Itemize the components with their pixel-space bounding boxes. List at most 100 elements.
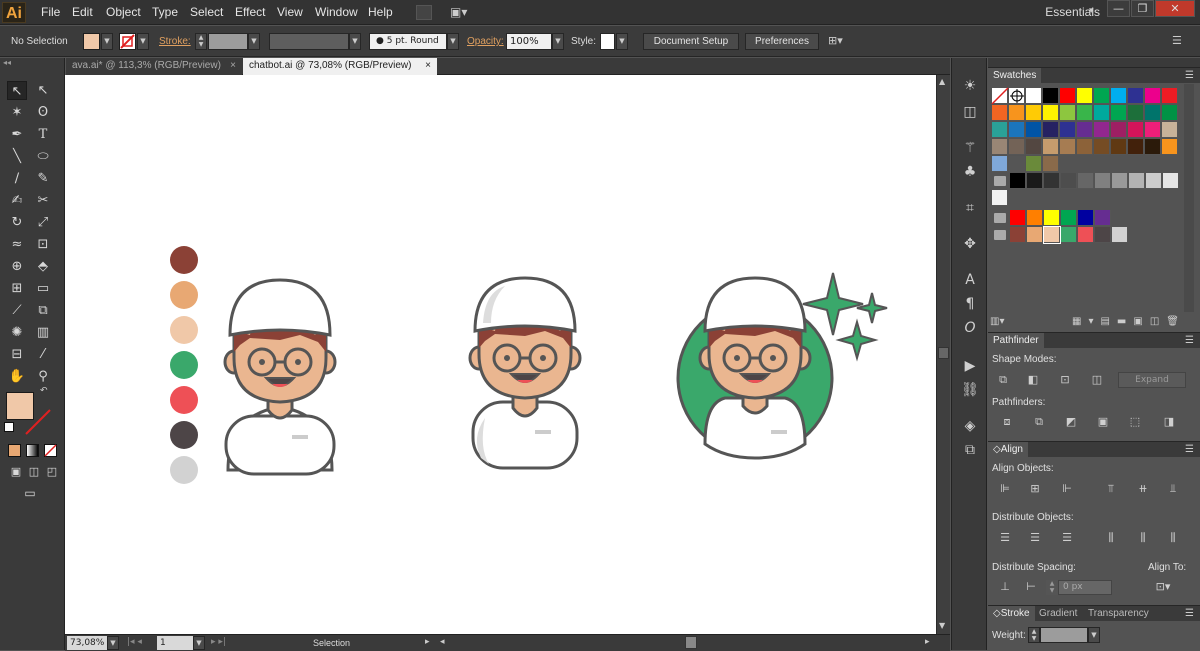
color-swatch[interactable] (1044, 173, 1060, 189)
unite-icon[interactable]: ⧉ (994, 372, 1012, 388)
color-swatch[interactable] (1009, 105, 1025, 121)
type-tool-icon[interactable]: T (33, 125, 53, 144)
actions-icon[interactable]: ▶ (958, 356, 982, 376)
transform-icon[interactable]: ⌗ (958, 198, 982, 218)
color-swatch[interactable] (1026, 88, 1042, 104)
color-swatch[interactable] (1043, 139, 1059, 155)
ellipse-tool-icon[interactable]: ⬭ (33, 147, 53, 166)
color-swatch[interactable] (1145, 88, 1161, 104)
stroke-weight-stepper[interactable]: ▲ ▼ (195, 33, 207, 50)
selection-tool-icon[interactable]: ↖ (7, 81, 27, 100)
color-swatch[interactable] (1060, 88, 1076, 104)
distribute-bottom-icon[interactable]: ☰ (1058, 530, 1076, 546)
color-swatch[interactable] (1061, 210, 1077, 226)
opentype-icon[interactable]: O (958, 318, 982, 338)
align-to-dropdown-icon[interactable]: ⊡▾ (1154, 579, 1172, 595)
color-swatch[interactable] (1162, 88, 1178, 104)
stroke-weight-dropdown[interactable]: ▼ (248, 33, 260, 50)
direct-selection-tool-icon[interactable]: ↖ (33, 81, 53, 100)
minus-front-icon[interactable]: ◧ (1024, 372, 1042, 388)
avatar-plain[interactable] (220, 278, 340, 480)
collapse-icon[interactable]: ◂◂ (3, 58, 11, 67)
layers-icon[interactable]: ◈ (958, 416, 982, 436)
menu-type[interactable]: Type (152, 5, 178, 19)
scroll-right-icon[interactable]: ▸ (925, 637, 930, 647)
color-swatch[interactable] (1010, 210, 1026, 226)
palette-swatch[interactable] (170, 246, 198, 274)
panel-menu-icon[interactable]: ☰ (1172, 34, 1182, 47)
color-swatch[interactable] (1027, 227, 1043, 243)
slice-tool-icon[interactable]: ⁄ (33, 345, 53, 364)
color-swatch[interactable] (1095, 227, 1111, 243)
exclude-icon[interactable]: ◫ (1088, 372, 1106, 388)
spacing-field[interactable]: 0 px (1058, 580, 1112, 595)
menu-view[interactable]: View (277, 5, 303, 19)
palette-swatch[interactable] (170, 281, 198, 309)
spacing-stepper[interactable]: ▲ ▼ (1046, 580, 1058, 595)
symbol-sprayer-tool-icon[interactable]: ✺ (7, 323, 27, 342)
arrange-icon[interactable]: ⊞▾ (828, 34, 843, 47)
column-graph-tool-icon[interactable]: ▥ (33, 323, 53, 342)
menu-file[interactable]: File (41, 5, 60, 19)
stroke-weight-field[interactable] (208, 33, 248, 50)
menu-help[interactable]: Help (368, 5, 393, 19)
restore-button[interactable]: ❐ (1131, 0, 1154, 17)
opacity-label[interactable]: Opacity: (467, 36, 504, 47)
first-page-icon[interactable]: |◂ ◂ (127, 637, 142, 647)
opacity-dropdown[interactable]: ▼ (552, 33, 564, 50)
scissors-tool-icon[interactable]: ✂ (33, 191, 53, 210)
tab-pathfinder[interactable]: Pathfinder (988, 333, 1044, 349)
color-swatch[interactable] (1009, 122, 1025, 138)
fill-dropdown[interactable]: ▼ (101, 33, 113, 50)
scroll-up-icon[interactable]: ▲ (939, 77, 945, 86)
shape-builder-tool-icon[interactable]: ⊕ (7, 257, 27, 276)
profile-dropdown[interactable]: ▼ (349, 33, 361, 50)
menu-edit[interactable]: Edit (72, 5, 93, 19)
blob-brush-tool-icon[interactable]: ✍ (7, 191, 27, 210)
screen-mode-icon[interactable]: ▭ (20, 484, 40, 503)
color-swatch[interactable] (1128, 88, 1144, 104)
paragraph-icon[interactable]: ¶ (958, 294, 982, 314)
menu-effect[interactable]: Effect (235, 5, 265, 19)
swap-colors-icon[interactable]: ↶ (40, 386, 48, 396)
tab-swatches[interactable]: Swatches (988, 68, 1042, 84)
menu-select[interactable]: Select (190, 5, 223, 19)
menu-object[interactable]: Object (106, 5, 141, 19)
color-swatch[interactable] (1077, 88, 1093, 104)
minimize-button[interactable]: — (1107, 0, 1130, 17)
color-swatch[interactable] (992, 139, 1008, 155)
color-swatch[interactable] (1078, 210, 1094, 226)
align-top-icon[interactable]: ⫪ (1102, 481, 1120, 497)
scroll-thumb[interactable] (938, 347, 949, 359)
close-icon[interactable]: × (425, 58, 431, 74)
brush-definition[interactable]: ● 5 pt. Round (369, 33, 447, 50)
color-swatch[interactable] (1094, 139, 1110, 155)
scroll-left-icon[interactable]: ◂ (440, 637, 445, 647)
color-swatch[interactable] (992, 190, 1008, 206)
color-swatch[interactable] (1145, 139, 1161, 155)
arrange-documents-icon[interactable]: ▣▾ (450, 5, 474, 20)
color-swatch[interactable] (1145, 122, 1161, 138)
color-swatch[interactable] (1111, 139, 1127, 155)
color-swatch[interactable] (1111, 105, 1127, 121)
preferences-button[interactable]: Preferences (745, 33, 819, 50)
navigator-icon[interactable]: ✥ (958, 234, 982, 254)
distribute-right-icon[interactable]: ⫼ (1164, 530, 1182, 546)
color-swatch[interactable] (1026, 105, 1042, 121)
draw-behind-icon[interactable]: ◫ (24, 462, 44, 481)
fill-swatch[interactable] (83, 33, 100, 50)
color-swatch[interactable] (1009, 139, 1025, 155)
expand-button[interactable]: Expand (1118, 372, 1186, 388)
draw-inside-icon[interactable]: ◰ (42, 462, 62, 481)
color-swatch[interactable] (1043, 226, 1061, 244)
avatar-shaded[interactable] (465, 276, 585, 478)
color-swatch[interactable] (992, 105, 1008, 121)
color-mode-icon[interactable] (8, 444, 21, 457)
color-swatch[interactable] (1077, 105, 1093, 121)
eyedropper-tool-icon[interactable]: ⟋ (7, 301, 27, 320)
color-swatch[interactable] (1162, 139, 1178, 155)
line-tool-icon[interactable]: ╲ (7, 147, 27, 166)
tab-gradient[interactable]: Gradient (1034, 606, 1082, 622)
color-swatch[interactable] (1128, 105, 1144, 121)
color-swatch[interactable] (1163, 173, 1179, 189)
